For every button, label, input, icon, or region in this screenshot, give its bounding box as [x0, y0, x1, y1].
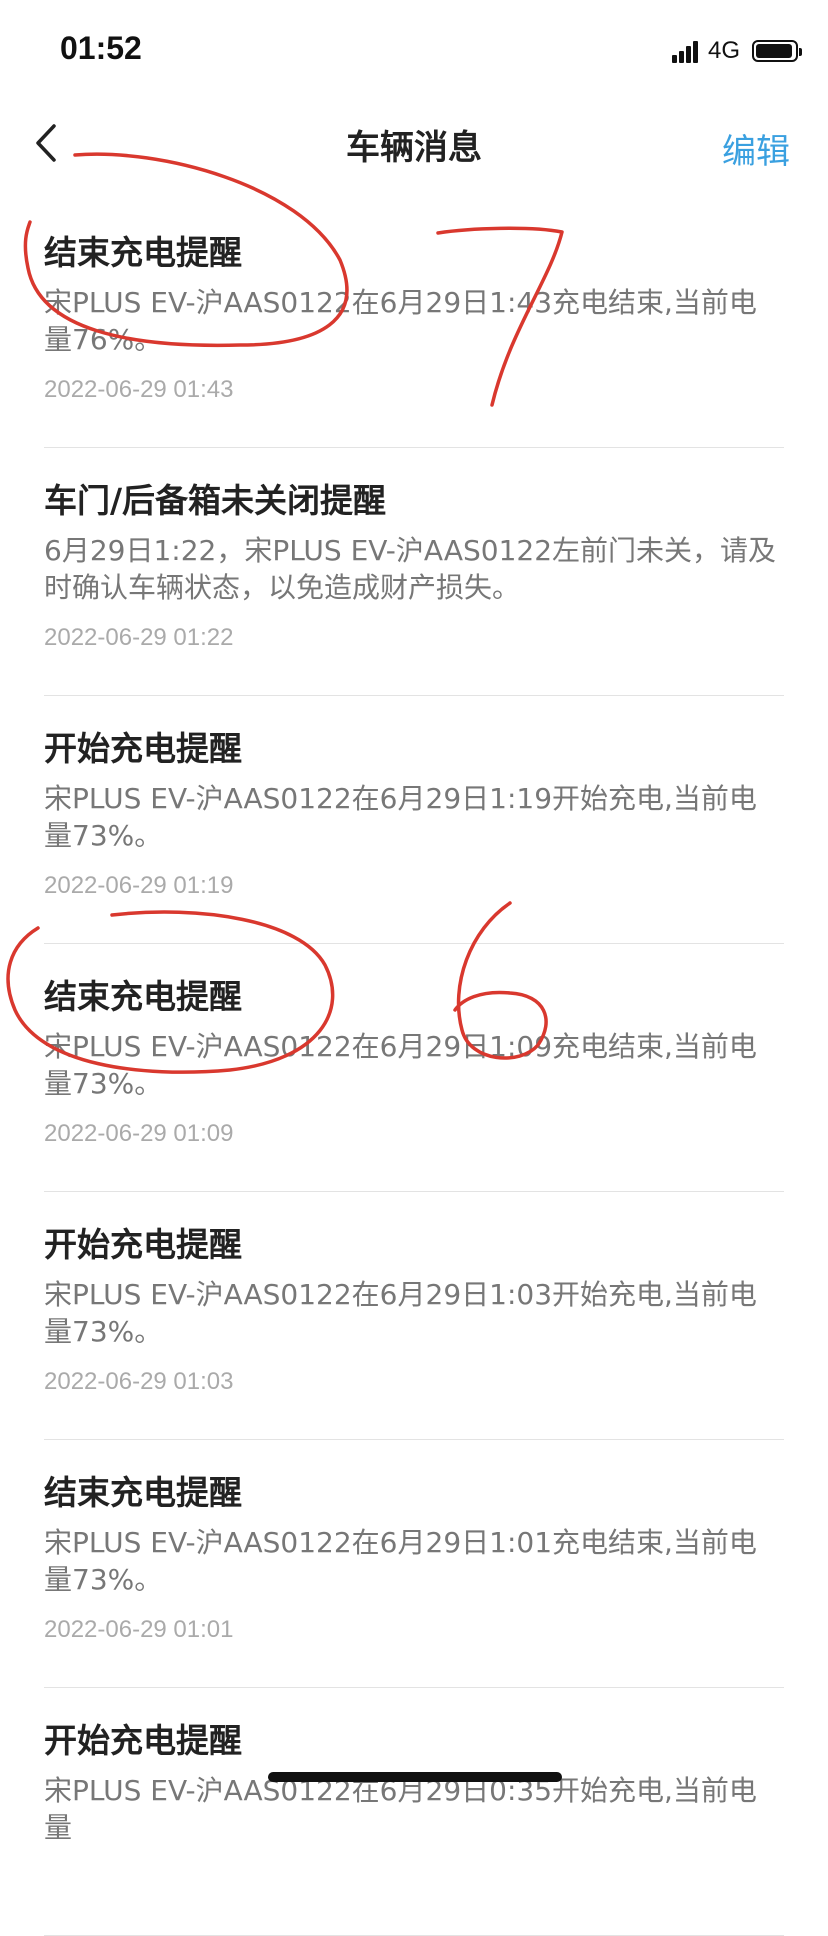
message-title: 结束充电提醒: [44, 233, 242, 272]
message-title: 开始充电提醒: [44, 1721, 242, 1760]
navigation-bar: 车辆消息 编辑: [0, 100, 828, 190]
message-timestamp: 2022-06-29 01:01: [44, 1616, 234, 1643]
message-timestamp: 2022-06-29 01:19: [44, 872, 234, 899]
message-body: 宋PLUS EV-沪AAS0122在6月29日1:43充电结束,当前电量76%。: [44, 286, 757, 356]
network-type-label: 4G: [707, 37, 740, 64]
message-body: 宋PLUS EV-沪AAS0122在6月29日0:35开始充电,当前电量: [44, 1774, 757, 1844]
message-item[interactable]: 车门/后备箱未关闭提醒 6月29日1:22，宋PLUS EV-沪AAS0122左…: [0, 448, 828, 696]
status-bar: 01:52 4G: [0, 0, 828, 100]
message-body: 6月29日1:22，宋PLUS EV-沪AAS0122左前门未关，请及时确认车辆…: [44, 534, 777, 604]
message-timestamp: 2022-06-29 01:22: [44, 624, 234, 651]
battery-level-fill: [756, 44, 792, 58]
edit-button[interactable]: 编辑: [722, 124, 790, 173]
message-item[interactable]: 结束充电提醒 宋PLUS EV-沪AAS0122在6月29日1:09充电结束,当…: [0, 944, 828, 1192]
status-time: 01:52: [60, 30, 142, 66]
home-indicator: [268, 1772, 562, 1782]
message-item[interactable]: 开始充电提醒 宋PLUS EV-沪AAS0122在6月29日1:03开始充电,当…: [0, 1192, 828, 1440]
message-timestamp: 2022-06-29 01:03: [44, 1368, 234, 1395]
message-body: 宋PLUS EV-沪AAS0122在6月29日1:01充电结束,当前电量73%。: [44, 1526, 757, 1596]
message-timestamp: 2022-06-29 01:43: [44, 376, 234, 403]
message-item[interactable]: 开始充电提醒 宋PLUS EV-沪AAS0122在6月29日0:35开始充电,当…: [0, 1688, 828, 1936]
message-timestamp: 2022-06-29 01:09: [44, 1120, 234, 1147]
message-item[interactable]: 结束充电提醒 宋PLUS EV-沪AAS0122在6月29日1:01充电结束,当…: [0, 1440, 828, 1688]
message-title: 开始充电提醒: [44, 729, 242, 768]
status-indicators: 4G: [671, 36, 802, 66]
message-item[interactable]: 结束充电提醒 宋PLUS EV-沪AAS0122在6月29日1:43充电结束,当…: [0, 200, 828, 448]
message-body: 宋PLUS EV-沪AAS0122在6月29日1:19开始充电,当前电量73%。: [44, 782, 757, 852]
signal-strength-icon: [671, 39, 700, 63]
message-title: 车门/后备箱未关闭提醒: [44, 481, 387, 520]
message-body: 宋PLUS EV-沪AAS0122在6月29日1:09充电结束,当前电量73%。: [44, 1030, 757, 1100]
message-title: 结束充电提醒: [44, 1473, 242, 1512]
page-title: 车辆消息: [346, 128, 482, 168]
battery-cap: [799, 48, 802, 56]
message-list: 结束充电提醒 宋PLUS EV-沪AAS0122在6月29日1:43充电结束,当…: [0, 200, 828, 1936]
message-item[interactable]: 开始充电提醒 宋PLUS EV-沪AAS0122在6月29日1:19开始充电,当…: [0, 696, 828, 944]
message-body: 宋PLUS EV-沪AAS0122在6月29日1:03开始充电,当前电量73%。: [44, 1278, 757, 1348]
message-title: 结束充电提醒: [44, 977, 242, 1016]
battery-icon: [752, 40, 802, 62]
message-title: 开始充电提醒: [44, 1225, 242, 1264]
